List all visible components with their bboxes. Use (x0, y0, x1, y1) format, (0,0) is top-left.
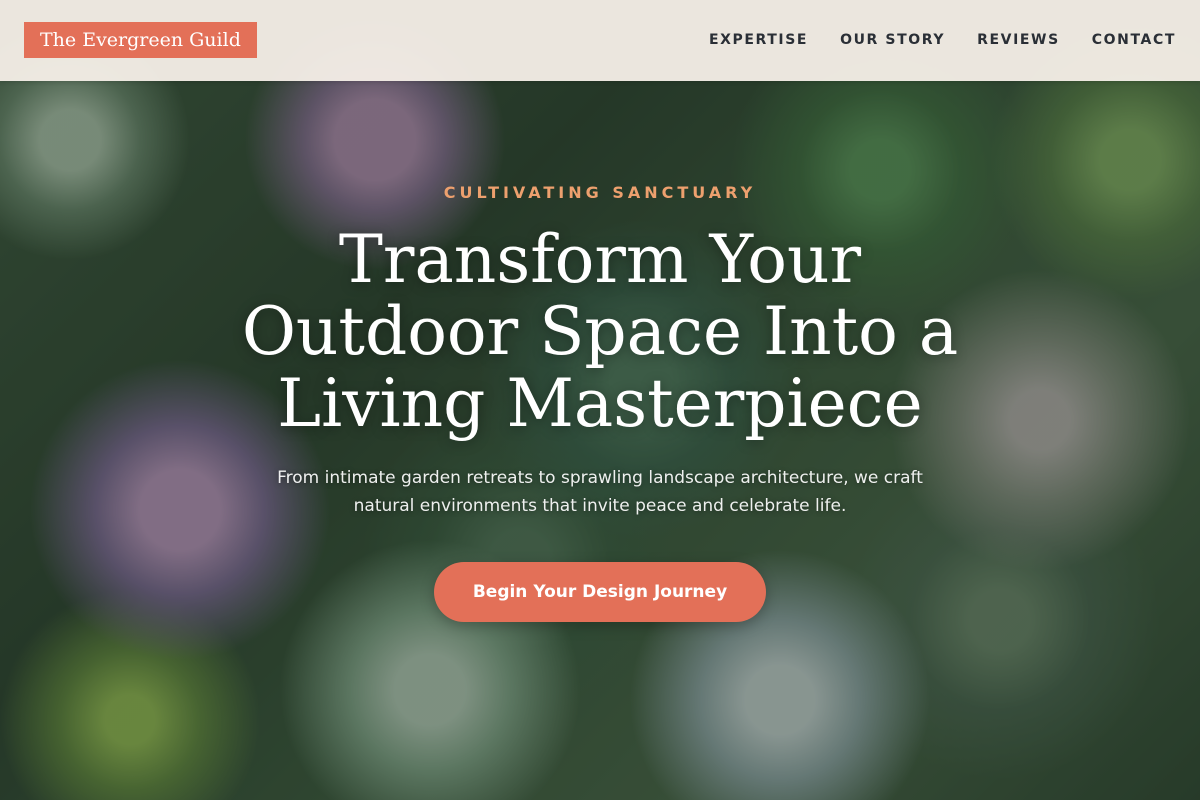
begin-design-journey-button[interactable]: Begin Your Design Journey (434, 562, 766, 622)
nav-link-expertise[interactable]: EXPERTISE (709, 30, 808, 50)
hero-headline: Transform Your Outdoor Space Into a Livi… (241, 221, 959, 442)
nav-link-our-story[interactable]: OUR STORY (840, 30, 945, 50)
nav-link-reviews[interactable]: REVIEWS (977, 30, 1060, 50)
hero-section: CULTIVATING SANCTUARY Transform Your Out… (0, 0, 1200, 800)
hero-content: CULTIVATING SANCTUARY Transform Your Out… (200, 180, 1000, 622)
hero-subtext: From intimate garden retreats to sprawli… (277, 468, 923, 516)
site-header: The Evergreen Guild EXPERTISE OUR STORY … (0, 0, 1200, 81)
site-logo[interactable]: The Evergreen Guild (24, 22, 257, 58)
hero-eyebrow: CULTIVATING SANCTUARY (443, 183, 757, 202)
nav-link-contact[interactable]: CONTACT (1092, 30, 1176, 50)
main-nav: EXPERTISE OUR STORY REVIEWS CONTACT (709, 30, 1176, 50)
